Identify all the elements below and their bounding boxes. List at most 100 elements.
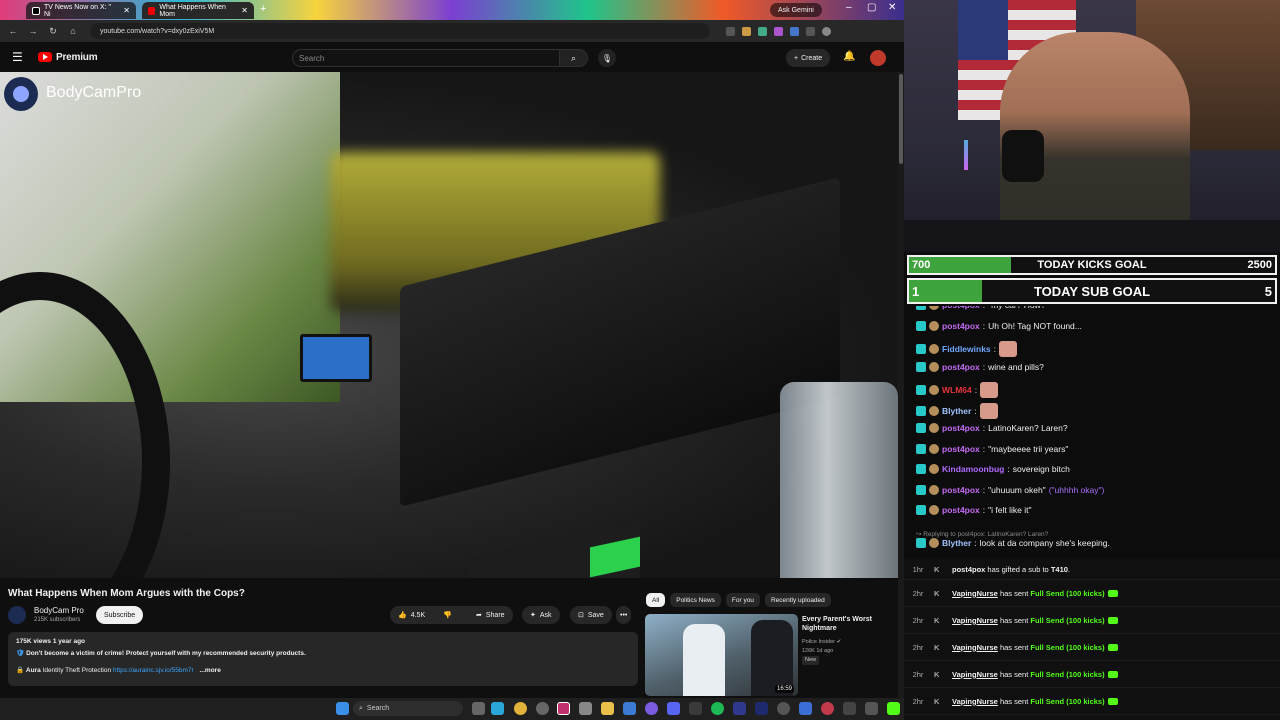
- sponsor-link[interactable]: https://aurainc.sjv.io/55bm7r: [113, 667, 194, 674]
- event-username[interactable]: VapingNurse: [952, 643, 998, 652]
- chat-username[interactable]: Fiddlewinks: [942, 344, 991, 354]
- video-thumbnail[interactable]: 16:59: [645, 614, 798, 696]
- recommended-title[interactable]: Every Parent's Worst Nightmare: [802, 615, 898, 633]
- create-button[interactable]: + Create: [786, 49, 831, 67]
- extension-icon[interactable]: [758, 26, 767, 36]
- description-box[interactable]: 175K views 1 year ago 🛡 Don't become a v…: [8, 632, 638, 686]
- chat-message[interactable]: Blyther: look at da company she's keeping…: [916, 537, 1110, 548]
- app-icon[interactable]: [579, 702, 592, 715]
- extension-icon[interactable]: [774, 26, 783, 36]
- back-icon[interactable]: ←: [8, 26, 18, 36]
- forward-icon[interactable]: →: [28, 26, 38, 36]
- chat-message[interactable]: WLM64:: [916, 382, 999, 398]
- task-view-icon[interactable]: [472, 702, 485, 715]
- chat-username[interactable]: Kindamoonbug: [942, 464, 1004, 474]
- event-username[interactable]: VapingNurse: [952, 670, 998, 679]
- app-icon[interactable]: [821, 702, 834, 715]
- more-actions-button[interactable]: •••: [616, 606, 632, 624]
- home-icon[interactable]: ⌂: [68, 26, 78, 36]
- reload-icon[interactable]: ↻: [48, 26, 58, 37]
- minimize-button[interactable]: –: [846, 2, 852, 13]
- app-icon[interactable]: [623, 702, 636, 715]
- app-icon[interactable]: [865, 702, 878, 715]
- tab-x-news[interactable]: TV News Now on X: " Ni ✕: [26, 2, 136, 19]
- edge-icon[interactable]: [491, 702, 504, 715]
- chat-message[interactable]: Kindamoonbug: sovereign bitch: [916, 464, 1070, 474]
- discord-icon[interactable]: [667, 702, 680, 715]
- like-count[interactable]: 4.5K: [411, 612, 425, 619]
- channel-name[interactable]: BodyCam Pro: [34, 606, 84, 615]
- tab-youtube[interactable]: What Happens When Mom ✕: [142, 2, 254, 19]
- extension-icon[interactable]: [742, 26, 751, 36]
- chat-username[interactable]: Blyther: [942, 538, 971, 548]
- chat-username[interactable]: post4pox: [942, 485, 980, 495]
- new-tab-button[interactable]: +: [260, 3, 266, 15]
- windows-start-icon[interactable]: [336, 702, 349, 715]
- url-field[interactable]: youtube.com/watch?v=dxy0zExiV5M: [90, 23, 710, 39]
- chat-username[interactable]: Blyther: [942, 406, 971, 416]
- bell-icon[interactable]: 🔔: [843, 51, 855, 62]
- app-icon[interactable]: [536, 702, 549, 715]
- chat-username[interactable]: post4pox: [942, 306, 980, 310]
- event-username[interactable]: VapingNurse: [952, 589, 998, 598]
- chip-politics-news[interactable]: Politics News: [670, 593, 721, 607]
- premiere-icon[interactable]: [755, 702, 768, 715]
- close-window-button[interactable]: ✕: [888, 2, 896, 13]
- extension-icon[interactable]: [790, 26, 799, 36]
- share-button[interactable]: ➦ Share: [468, 606, 513, 624]
- chat-username[interactable]: post4pox: [942, 321, 980, 331]
- kick-icon[interactable]: [887, 702, 900, 715]
- subscribe-button[interactable]: Subscribe: [96, 606, 144, 624]
- channel-avatar[interactable]: [8, 606, 26, 624]
- thumbs-down-icon[interactable]: 👎: [443, 611, 452, 619]
- event-username[interactable]: VapingNurse: [952, 616, 998, 625]
- chat-message[interactable]: post4pox:"my car? How?": [916, 306, 1049, 310]
- file-explorer-icon[interactable]: [601, 702, 614, 715]
- close-tab-icon[interactable]: ✕: [123, 6, 130, 15]
- chat-username[interactable]: post4pox: [942, 362, 980, 372]
- show-more-link[interactable]: ...more: [200, 667, 221, 674]
- chat-message[interactable]: Fiddlewinks:: [916, 341, 1018, 357]
- app-icon[interactable]: [645, 702, 658, 715]
- chrome-icon[interactable]: [514, 702, 527, 715]
- profile-icon[interactable]: [822, 26, 831, 36]
- search-icon[interactable]: ⌕: [560, 49, 588, 67]
- chip-for-you[interactable]: For you: [725, 593, 760, 607]
- app-icon[interactable]: [733, 702, 746, 715]
- youtube-logo[interactable]: Premium: [38, 52, 98, 63]
- ask-gemini-button[interactable]: Ask Gemini: [770, 3, 822, 17]
- chip-recently-uploaded[interactable]: Recently uploaded: [764, 593, 831, 607]
- chat-username[interactable]: post4pox: [942, 423, 980, 433]
- event-username[interactable]: VapingNurse: [952, 697, 998, 706]
- chat-message[interactable]: post4pox: "i felt like it": [916, 505, 1032, 515]
- chat-message[interactable]: post4pox: LatinoKaren? Laren?: [916, 423, 1068, 433]
- event-username[interactable]: post4pox: [952, 565, 985, 574]
- chip-all[interactable]: All: [646, 593, 666, 607]
- chat-username[interactable]: post4pox: [942, 444, 980, 454]
- app-icon[interactable]: [843, 702, 856, 715]
- chat-message[interactable]: Blyther:: [916, 402, 998, 419]
- recommended-channel[interactable]: Police Insider ✔: [802, 638, 841, 647]
- video-player[interactable]: [0, 72, 898, 578]
- close-tab-icon[interactable]: ✕: [241, 6, 248, 15]
- spotify-icon[interactable]: [711, 702, 724, 715]
- app-icon[interactable]: [689, 702, 702, 715]
- maximize-button[interactable]: ▢: [867, 2, 876, 13]
- obs-icon[interactable]: [557, 702, 570, 715]
- chat-message[interactable]: post4pox: "uhuuum okeh" ("uhhhh okay"): [916, 484, 1104, 495]
- ask-button[interactable]: ✦ Ask: [522, 606, 560, 624]
- chat-username[interactable]: WLM64: [942, 385, 972, 395]
- menu-icon[interactable]: ☰: [12, 50, 26, 64]
- app-icon[interactable]: [799, 702, 812, 715]
- chat-message[interactable]: post4pox: wine and pills?: [916, 361, 1044, 372]
- avatar[interactable]: [870, 50, 886, 66]
- mic-icon[interactable]: 🎙: [598, 49, 616, 67]
- extension-icon[interactable]: [806, 26, 815, 36]
- app-icon[interactable]: [777, 702, 790, 715]
- save-button[interactable]: ⊡ Save: [570, 606, 612, 624]
- taskbar-search[interactable]: ⌕ Search: [353, 701, 463, 716]
- chat-username[interactable]: post4pox: [942, 505, 980, 515]
- recommended-video[interactable]: 16:59 Every Parent's Worst Nightmare Pol…: [645, 614, 898, 696]
- chat-message[interactable]: post4pox: Uh Oh! Tag NOT found...: [916, 320, 1082, 331]
- chat-message[interactable]: post4pox: "maybeeee trii years": [916, 443, 1068, 454]
